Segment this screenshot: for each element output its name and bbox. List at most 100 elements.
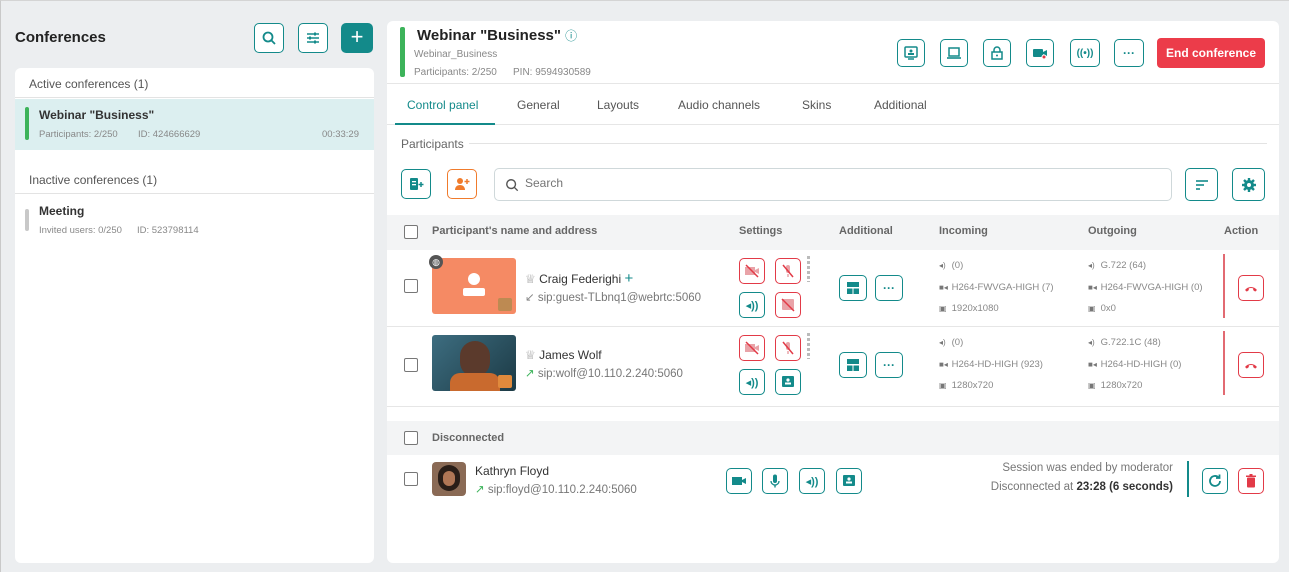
video-record-icon xyxy=(1033,49,1047,60)
conference-item-meeting[interactable]: Meeting Invited users: 0/250 ID: 5237981… xyxy=(15,195,374,240)
conference-detail: Webinar "Business" ⓘ Webinar_Business Pa… xyxy=(387,21,1279,563)
settings-button[interactable] xyxy=(1232,168,1265,201)
add-conference-button[interactable]: + xyxy=(341,23,373,53)
more-options-button[interactable]: ··· xyxy=(875,352,903,378)
column-action: Action xyxy=(1224,225,1259,237)
conference-subtitle: Webinar_Business xyxy=(414,49,498,60)
divider xyxy=(469,143,1267,144)
camera-icon xyxy=(732,477,746,485)
row-checkbox[interactable] xyxy=(404,472,418,486)
tab-control-panel[interactable]: Control panel xyxy=(407,98,478,112)
end-conference-button[interactable]: End conference xyxy=(1157,38,1265,68)
video-icon: ■◂ xyxy=(939,360,948,369)
screen-button[interactable] xyxy=(940,39,968,67)
participant-avatar xyxy=(432,462,466,496)
presentation-button[interactable] xyxy=(836,468,862,494)
outgoing-resolution: ▣ 0x0 xyxy=(1088,303,1116,314)
crown-icon: ♕ xyxy=(525,272,536,286)
call-in-icon: ↙ xyxy=(525,292,535,304)
camera-off-icon xyxy=(745,341,759,355)
inactive-indicator xyxy=(25,209,29,231)
outgoing-video: ■◂ H264-FWVGA-HIGH (0) xyxy=(1088,282,1203,293)
addressbook-add-icon xyxy=(410,178,424,190)
hangup-icon xyxy=(1245,364,1257,369)
more-button[interactable]: ··· xyxy=(1114,39,1144,67)
speaker-button[interactable]: ◂)) xyxy=(799,468,825,494)
user-add-icon xyxy=(455,178,470,190)
presentation-off-button[interactable] xyxy=(775,292,801,318)
column-name: Participant's name and address xyxy=(432,225,598,237)
record-button[interactable] xyxy=(1026,39,1054,67)
more-icon: ··· xyxy=(883,281,895,295)
tab-additional[interactable]: Additional xyxy=(874,98,927,112)
layout-button[interactable] xyxy=(839,275,867,301)
hangup-button[interactable] xyxy=(1238,275,1264,301)
mic-off-button[interactable] xyxy=(775,335,801,361)
camera-button[interactable] xyxy=(726,468,752,494)
row-checkbox[interactable] xyxy=(404,358,418,372)
incoming-video: ■◂ H264-HD-HIGH (923) xyxy=(939,359,1043,370)
trash-icon xyxy=(1246,474,1256,488)
incoming-audio: ◂) (0) xyxy=(939,260,964,271)
select-all-checkbox[interactable] xyxy=(404,225,418,239)
row-checkbox[interactable] xyxy=(404,279,418,293)
filter-conferences-button[interactable] xyxy=(298,23,328,53)
conference-pin: PIN: 9594930589 xyxy=(513,67,591,78)
hangup-button[interactable] xyxy=(1238,352,1264,378)
layout-button[interactable] xyxy=(839,352,867,378)
table-header: Participant's name and address Settings … xyxy=(387,215,1279,250)
add-participant-button[interactable] xyxy=(447,169,477,199)
conference-item-webinar[interactable]: Webinar "Business" Participants: 2/250 I… xyxy=(15,99,374,150)
image-icon: ▣ xyxy=(939,381,947,390)
tab-layouts[interactable]: Layouts xyxy=(597,98,639,112)
column-outgoing: Outgoing xyxy=(1088,225,1137,237)
tab-general[interactable]: General xyxy=(517,98,560,112)
presentation-button[interactable] xyxy=(775,369,801,395)
participant-avatar xyxy=(432,258,516,314)
lock-button[interactable] xyxy=(983,39,1011,67)
outgoing-audio: ◂) G.722 (64) xyxy=(1088,260,1147,271)
info-icon[interactable]: ⓘ xyxy=(565,29,577,43)
mic-off-icon xyxy=(782,264,794,278)
broadcast-button[interactable]: ((•)) xyxy=(1070,39,1100,67)
add-from-addressbook-button[interactable] xyxy=(401,169,431,199)
sliders-icon xyxy=(307,32,319,44)
presentation-button[interactable] xyxy=(897,39,925,67)
camera-off-button[interactable] xyxy=(739,258,765,284)
globe-icon: ◍ xyxy=(429,255,443,269)
plus-icon: + xyxy=(350,24,364,49)
conference-list: Active conferences (1) Webinar "Business… xyxy=(15,68,374,563)
mic-button[interactable] xyxy=(762,468,788,494)
participant-name: Kathryn Floyd xyxy=(475,464,550,478)
layout-icon xyxy=(847,282,859,294)
disconnected-header: Disconnected xyxy=(387,421,1279,455)
tab-audio-channels[interactable]: Audio channels xyxy=(678,98,760,112)
conference-participants: Participants: 2/250 xyxy=(39,129,118,140)
reconnect-button[interactable] xyxy=(1202,468,1228,494)
tab-skins[interactable]: Skins xyxy=(802,98,831,112)
video-icon: ■◂ xyxy=(1088,360,1097,369)
mic-off-button[interactable] xyxy=(775,258,801,284)
more-options-button[interactable]: ··· xyxy=(875,275,903,301)
volume-meter xyxy=(807,333,810,359)
sort-button[interactable] xyxy=(1185,168,1218,201)
conference-duration: 00:33:29 xyxy=(322,129,359,140)
add-icon[interactable]: + xyxy=(625,270,634,287)
gear-icon xyxy=(1241,177,1256,192)
conference-invited: Invited users: 0/250 xyxy=(39,225,122,236)
search-input[interactable] xyxy=(525,176,1125,190)
image-icon: ▣ xyxy=(1088,304,1096,313)
search-icon xyxy=(262,31,276,45)
search-conferences-button[interactable] xyxy=(254,23,284,53)
speaker-button[interactable]: ◂)) xyxy=(739,369,765,395)
volume-meter xyxy=(807,256,810,282)
delete-button[interactable] xyxy=(1238,468,1264,494)
table-row: ◍ ♕ Craig Federighi + ↙ sip:guest-TLbnq1… xyxy=(387,250,1279,327)
speaker-button[interactable]: ◂)) xyxy=(739,292,765,318)
select-disconnected-checkbox[interactable] xyxy=(404,431,418,445)
camera-off-button[interactable] xyxy=(739,335,765,361)
table-row: Kathryn Floyd ↗ sip:floyd@10.110.2.240:5… xyxy=(387,455,1279,505)
mic-icon xyxy=(770,474,780,488)
audio-icon: ◂) xyxy=(1088,261,1095,270)
divider xyxy=(1223,331,1225,395)
